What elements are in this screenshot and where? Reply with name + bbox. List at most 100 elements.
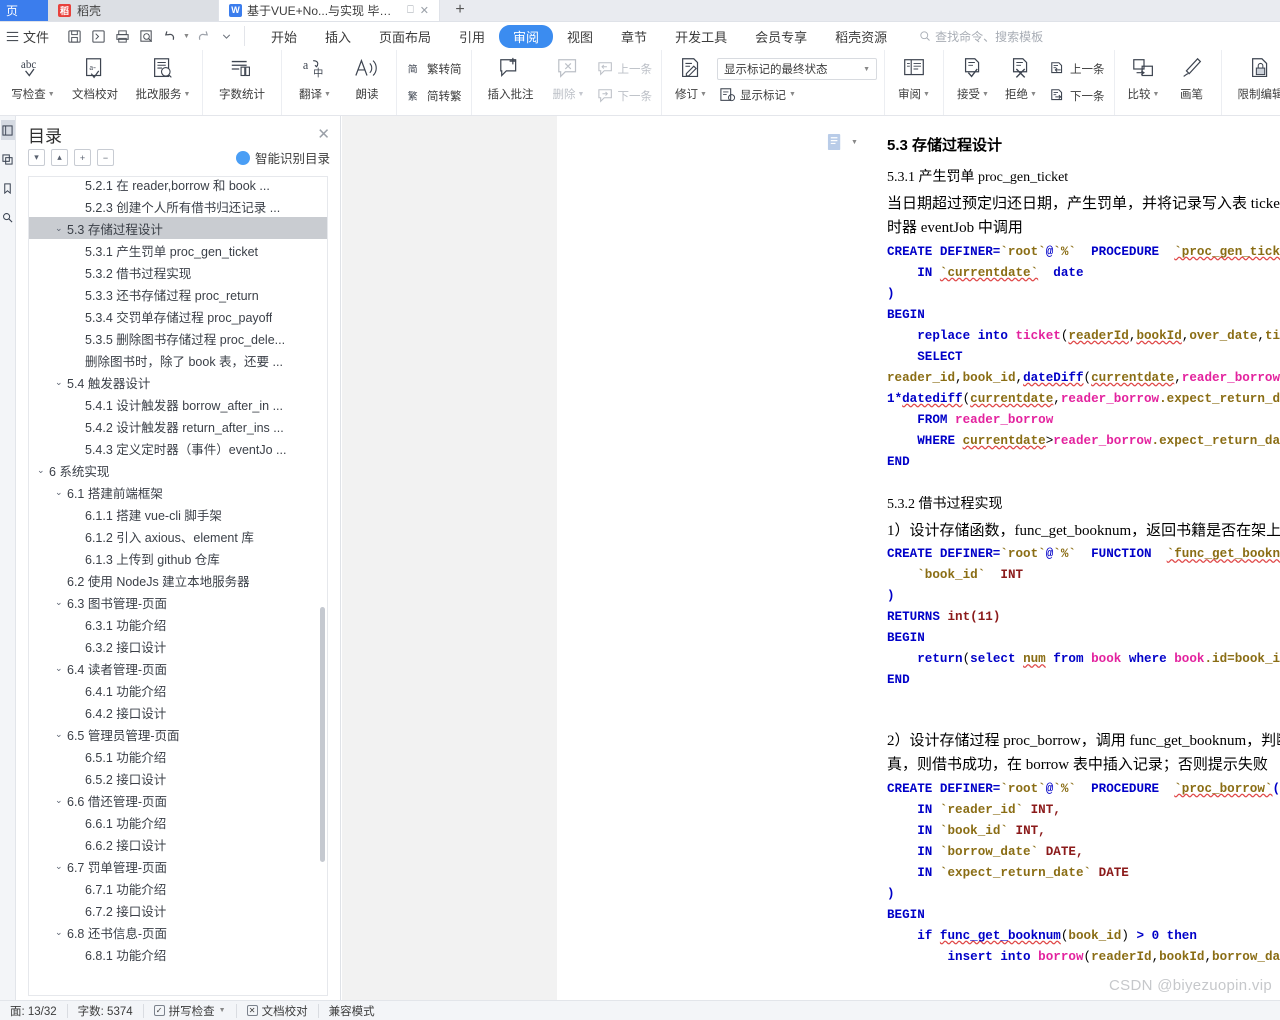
undo-caret-icon[interactable]: ▼ bbox=[183, 33, 190, 40]
chevron-down-icon[interactable]: ▼ bbox=[700, 91, 707, 98]
chevron-down-icon[interactable]: ⌄ bbox=[55, 663, 67, 674]
delete-comment-button[interactable]: 删除 ▼ bbox=[545, 50, 593, 115]
toc-item[interactable]: 6.1.2 引入 axious、element 库 bbox=[29, 525, 327, 547]
toc-item[interactable]: 5.4.3 定义定时器（事件）eventJo ... bbox=[29, 437, 327, 459]
ribbon-tab-start[interactable]: 开始 bbox=[257, 25, 311, 48]
toc-item[interactable]: ⌄ 6.8 还书信息-页面 bbox=[29, 921, 327, 943]
chevron-down-icon[interactable]: ⌄ bbox=[55, 597, 67, 608]
chevron-down-icon[interactable]: ▼ bbox=[578, 91, 585, 98]
ribbon-tab-page-layout[interactable]: 页面布局 bbox=[365, 25, 445, 48]
redo-icon[interactable] bbox=[192, 26, 214, 46]
toc-item[interactable]: 5.4.1 设计触发器 borrow_after_in ... bbox=[29, 393, 327, 415]
toc-item[interactable]: 6.1.1 搭建 vue-cli 脚手架 bbox=[29, 503, 327, 525]
chevron-down-icon[interactable]: ▼ bbox=[789, 91, 796, 98]
toc-item[interactable]: 6.6.2 接口设计 bbox=[29, 833, 327, 855]
expand-all-down-button[interactable]: ▾ bbox=[28, 149, 45, 166]
chevron-down-icon[interactable]: ⌄ bbox=[55, 795, 67, 806]
accept-change-button[interactable]: 接受 ▼ bbox=[949, 50, 997, 115]
ribbon-tab-review[interactable]: 审阅 bbox=[499, 24, 554, 48]
chevron-down-icon[interactable]: ⌄ bbox=[55, 223, 67, 234]
toc-item[interactable]: 6.2 使用 NodeJs 建立本地服务器 bbox=[29, 569, 327, 591]
toc-item[interactable]: ⌄ 6.1 搭建前端框架 bbox=[29, 481, 327, 503]
ribbon-tab-section[interactable]: 章节 bbox=[607, 25, 661, 48]
toc-item[interactable]: ⌄ 6 系统实现 bbox=[29, 459, 327, 481]
toc-item[interactable]: ⌄ 6.6 借还管理-页面 bbox=[29, 789, 327, 811]
ribbon-tab-daoke-resources[interactable]: 稻壳资源 bbox=[821, 25, 901, 48]
toc-item[interactable]: 5.3.2 借书过程实现 bbox=[29, 261, 327, 283]
compare-button[interactable]: 比较 ▼ bbox=[1120, 50, 1168, 115]
track-changes-button[interactable]: 修订 ▼ bbox=[667, 50, 715, 115]
toc-item[interactable]: 6.3.2 接口设计 bbox=[29, 635, 327, 657]
next-change-button[interactable]: 下一条 bbox=[1047, 84, 1107, 109]
simp-to-trad-button[interactable]: 繁 简转繁 bbox=[404, 84, 464, 109]
undo-icon[interactable] bbox=[159, 26, 181, 46]
new-tab-button[interactable]: + bbox=[440, 0, 480, 21]
word-count-button[interactable]: 字数统计 bbox=[208, 50, 276, 115]
close-icon[interactable]: ✕ bbox=[420, 4, 429, 17]
decrease-level-button[interactable]: − bbox=[97, 149, 114, 166]
toc-item[interactable]: 6.8.1 功能介绍 bbox=[29, 943, 327, 965]
paste-options-button[interactable]: ▼ bbox=[827, 133, 858, 152]
tab-daoke[interactable]: 稻 稻壳 bbox=[48, 0, 218, 21]
show-markup-button[interactable]: 显示标记 ▼ bbox=[717, 82, 877, 107]
reviewing-pane-button[interactable]: 审阅 ▼ bbox=[890, 50, 938, 115]
toc-panel-icon[interactable] bbox=[0, 120, 15, 140]
toc-item[interactable]: ⌄ 6.5 管理员管理-页面 bbox=[29, 723, 327, 745]
ribbon-tab-member[interactable]: 会员专享 bbox=[741, 25, 821, 48]
insert-comment-button[interactable]: 插入批注 bbox=[477, 50, 545, 115]
tab-home-page[interactable]: 页 bbox=[0, 0, 48, 21]
document-canvas[interactable]: ▼ 5.3 存储过程设计 5.3.1 产生罚单 proc_gen_ticket … bbox=[342, 116, 1280, 1000]
print-icon[interactable] bbox=[111, 26, 133, 46]
ribbon-tab-developer[interactable]: 开发工具 bbox=[661, 25, 741, 48]
spell-check-status[interactable]: ✓ 拼写检查 ▼ bbox=[144, 1003, 237, 1018]
chevron-down-icon[interactable]: ▼ bbox=[184, 91, 191, 98]
word-count-indicator[interactable]: 字数: 5374 bbox=[68, 1003, 144, 1018]
toc-item[interactable]: ⌄ 5.3 存储过程设计 bbox=[29, 217, 327, 239]
print-preview-icon[interactable] bbox=[135, 26, 157, 46]
read-aloud-button[interactable]: 朗读 bbox=[343, 50, 391, 115]
customize-qat-icon[interactable] bbox=[216, 26, 238, 46]
toc-item[interactable]: 5.3.4 交罚单存储过程 proc_payoff bbox=[29, 305, 327, 327]
smart-toc-recognize-button[interactable]: 智能识别目录 bbox=[235, 148, 330, 167]
save-icon[interactable] bbox=[63, 26, 85, 46]
toc-item[interactable]: 6.4.2 接口设计 bbox=[29, 701, 327, 723]
ribbon-tab-view[interactable]: 视图 bbox=[553, 25, 607, 48]
save-as-icon[interactable] bbox=[87, 26, 109, 46]
chevron-down-icon[interactable]: ⌄ bbox=[55, 927, 67, 938]
trad-to-simp-button[interactable]: 简 繁转简 bbox=[404, 57, 464, 82]
chevron-down-icon[interactable]: ⌄ bbox=[55, 861, 67, 872]
doc-proofread-button[interactable]: a- 文档校对 bbox=[61, 50, 129, 115]
minimize-icon[interactable]: ⎕ bbox=[407, 4, 414, 17]
tab-document[interactable]: W 基于VUE+No...与实现 毕业论文 ⎕ ✕ bbox=[218, 0, 440, 21]
chevron-down-icon[interactable]: ⌄ bbox=[55, 729, 67, 740]
markup-display-select[interactable]: 显示标记的最终状态 ▼ bbox=[717, 58, 877, 80]
chevron-down-icon[interactable]: ▼ bbox=[982, 91, 989, 98]
toc-item[interactable]: 6.5.1 功能介绍 bbox=[29, 745, 327, 767]
chevron-down-icon[interactable]: ⌄ bbox=[55, 487, 67, 498]
toc-item[interactable]: ⌄ 5.4 触发器设计 bbox=[29, 371, 327, 393]
chevron-down-icon[interactable]: ⌄ bbox=[55, 377, 67, 388]
toc-item[interactable]: 6.7.2 接口设计 bbox=[29, 899, 327, 921]
collapse-all-up-button[interactable]: ▴ bbox=[51, 149, 68, 166]
chevron-down-icon[interactable]: ▼ bbox=[1030, 91, 1037, 98]
toc-item[interactable]: 5.2.1 在 reader,borrow 和 book ... bbox=[29, 177, 327, 195]
toc-item[interactable]: 6.6.1 功能介绍 bbox=[29, 811, 327, 833]
close-icon[interactable]: ✕ bbox=[317, 127, 330, 142]
brush-pen-button[interactable]: 画笔 bbox=[1168, 50, 1216, 115]
toc-item[interactable]: 6.7.1 功能介绍 bbox=[29, 877, 327, 899]
spell-check-button[interactable]: abc 写检查 ▼ bbox=[5, 50, 61, 115]
file-menu-button[interactable]: 文件 bbox=[0, 27, 57, 46]
doc-proofread-status[interactable]: ✕ 文档校对 bbox=[237, 1003, 319, 1018]
chevron-down-icon[interactable]: ▼ bbox=[48, 91, 55, 98]
toc-item[interactable]: 6.4.1 功能介绍 bbox=[29, 679, 327, 701]
toc-item[interactable]: 5.4.2 设计触发器 return_after_ins ... bbox=[29, 415, 327, 437]
command-search-box[interactable]: 查找命令、搜索模板 bbox=[919, 28, 1043, 45]
reject-change-button[interactable]: 拒绝 ▼ bbox=[997, 50, 1045, 115]
next-comment-button[interactable]: 下一条 bbox=[595, 84, 655, 109]
toc-list-container[interactable]: 5.2.1 在 reader,borrow 和 book ... 5.2.3 创建… bbox=[28, 176, 328, 996]
increase-level-button[interactable]: + bbox=[74, 149, 91, 166]
bookmark-panel-icon[interactable] bbox=[1, 178, 15, 198]
prev-change-button[interactable]: 上一条 bbox=[1047, 57, 1107, 82]
toc-item[interactable]: 删除图书时，除了 book 表，还要 ... bbox=[29, 349, 327, 371]
ribbon-tab-insert[interactable]: 插入 bbox=[311, 25, 365, 48]
